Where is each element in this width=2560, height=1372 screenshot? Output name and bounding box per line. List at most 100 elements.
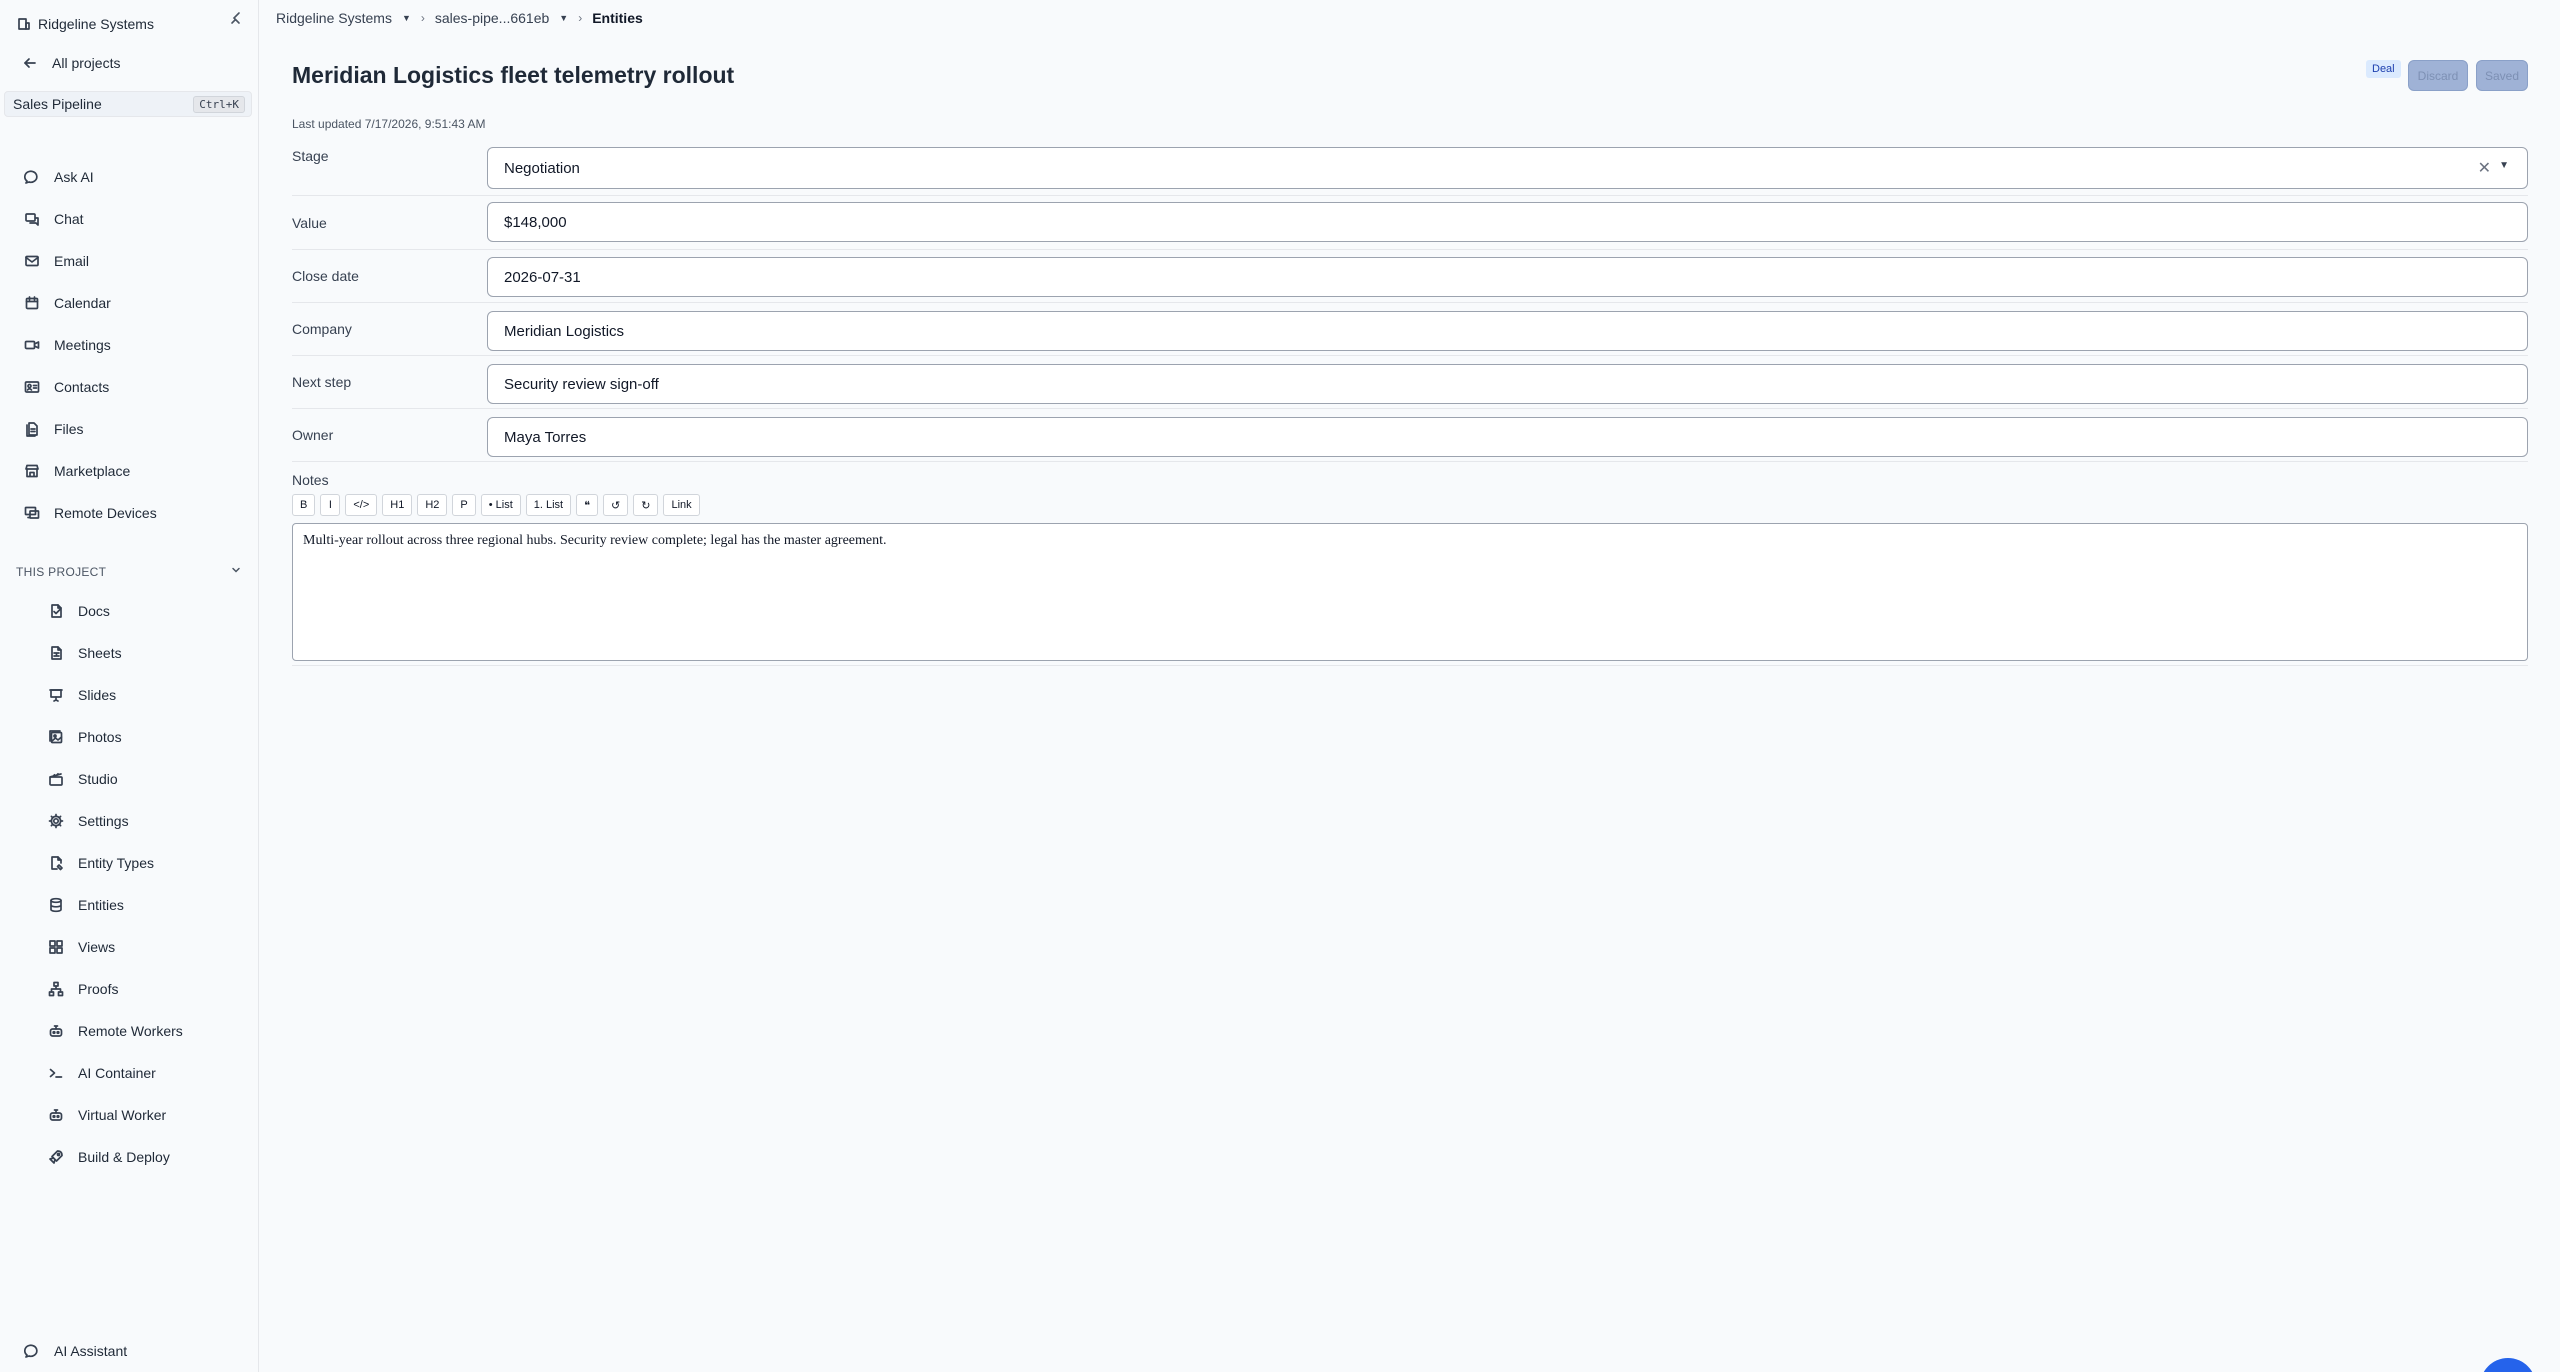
field-row-owner: Owner Maya Torres bbox=[292, 417, 2528, 462]
field-row-next-step: Next step Security review sign-off bbox=[292, 364, 2528, 409]
breadcrumb-project[interactable]: sales-pipe...661eb bbox=[435, 10, 549, 26]
clear-icon[interactable]: ✕ bbox=[2478, 158, 2491, 178]
field-label: Company bbox=[292, 321, 352, 337]
toolbar-paragraph-button[interactable]: P bbox=[452, 494, 476, 516]
sidebar-item-settings[interactable]: Settings bbox=[48, 811, 129, 831]
sidebar-item-chat[interactable]: Chat bbox=[24, 209, 84, 229]
sidebar-item-label: Chat bbox=[54, 211, 84, 227]
sidebar-item-docs[interactable]: Docs bbox=[48, 601, 110, 621]
toolbar-blockquote-button[interactable]: ❝ bbox=[576, 494, 599, 516]
field-label: Stage bbox=[292, 148, 329, 164]
toolbar-undo-button[interactable]: ↺ bbox=[603, 494, 629, 516]
sidebar-item-label: Proofs bbox=[78, 981, 119, 997]
caret-down-icon[interactable]: ▼ bbox=[559, 13, 568, 23]
sidebar-item-remote-devices[interactable]: Remote Devices bbox=[24, 503, 157, 523]
sidebar-item-proofs[interactable]: Proofs bbox=[48, 979, 118, 999]
all-projects-label: All projects bbox=[52, 55, 121, 71]
sidebar-item-label: Photos bbox=[78, 729, 122, 745]
sidebar-item-ai-container[interactable]: AI Container bbox=[48, 1063, 156, 1083]
field-row-value: Value $148,000 bbox=[292, 202, 2528, 250]
sidebar-item-marketplace[interactable]: Marketplace bbox=[24, 461, 130, 481]
sidebar-item-ask-ai[interactable]: Ask AI bbox=[24, 167, 94, 187]
sidebar-item-meetings[interactable]: Meetings bbox=[24, 335, 111, 355]
sidebar-item-label: Studio bbox=[78, 771, 118, 787]
toolbar-heading-2-button[interactable]: H2 bbox=[417, 494, 448, 516]
sidebar-item-slides[interactable]: Slides bbox=[48, 685, 116, 705]
sidebar-item-label: Remote Devices bbox=[54, 505, 157, 521]
close-date-input[interactable]: 2026-07-31 bbox=[487, 257, 2528, 297]
toolbar-code-button[interactable]: </> bbox=[345, 494, 378, 516]
caret-down-icon[interactable]: ▼ bbox=[2499, 160, 2509, 171]
video-icon bbox=[24, 337, 40, 353]
field-label: Close date bbox=[292, 268, 359, 284]
sidebar: Ridgeline Systems All projects Sales Pip… bbox=[0, 0, 259, 1372]
sidebar-item-label: Entities bbox=[78, 897, 124, 913]
collapse-sidebar-icon[interactable] bbox=[229, 10, 245, 31]
rocket-icon bbox=[48, 1149, 64, 1165]
toolbar-italic-button[interactable]: I bbox=[320, 494, 341, 516]
notes-label: Notes bbox=[292, 472, 329, 488]
caret-down-icon[interactable]: ▼ bbox=[402, 13, 411, 23]
photos-icon bbox=[48, 729, 64, 745]
toolbar-redo-button[interactable]: ↻ bbox=[633, 494, 659, 516]
field-row-company: Company Meridian Logistics bbox=[292, 311, 2528, 356]
ai-assistant-button[interactable]: AI Assistant bbox=[24, 1341, 127, 1361]
sidebar-item-label: Entity Types bbox=[78, 855, 155, 871]
sidebar-item-entity-types[interactable]: Entity Types bbox=[48, 853, 154, 873]
section-label: THIS PROJECT bbox=[16, 564, 107, 579]
sidebar-item-email[interactable]: Email bbox=[24, 251, 89, 271]
sidebar-item-build-and-deploy[interactable]: Build & Deploy bbox=[48, 1147, 170, 1167]
sidebar-item-label: Meetings bbox=[54, 337, 111, 353]
clapper-icon bbox=[48, 771, 64, 787]
sidebar-item-studio[interactable]: Studio bbox=[48, 769, 118, 789]
workspace-switcher[interactable]: Ridgeline Systems bbox=[16, 16, 154, 32]
notes-text: Multi-year rollout across three regional… bbox=[303, 533, 887, 548]
toolbar-bold-button[interactable]: B bbox=[292, 494, 316, 516]
toolbar-bullet-list-button[interactable]: • List bbox=[480, 494, 521, 516]
discard-button[interactable]: Discard bbox=[2408, 60, 2468, 91]
chat-bubble-icon bbox=[24, 1343, 40, 1359]
sidebar-item-label: Calendar bbox=[54, 295, 111, 311]
sidebar-item-label: Virtual Worker bbox=[78, 1107, 167, 1123]
toolbar-heading-1-button[interactable]: H1 bbox=[382, 494, 413, 516]
sidebar-item-remote-workers[interactable]: Remote Workers bbox=[48, 1021, 183, 1041]
sidebar-item-virtual-worker[interactable]: Virtual Worker bbox=[48, 1105, 166, 1125]
field-label: Owner bbox=[292, 427, 334, 443]
sidebar-item-label: Email bbox=[54, 253, 90, 269]
breadcrumb-workspace[interactable]: Ridgeline Systems bbox=[276, 10, 392, 26]
arrow-left-icon bbox=[22, 55, 38, 71]
sidebar-item-calendar[interactable]: Calendar bbox=[24, 293, 111, 313]
sidebar-item-views[interactable]: Views bbox=[48, 937, 115, 957]
assistant-fab-button[interactable] bbox=[2480, 1358, 2536, 1372]
sheet-icon bbox=[48, 645, 64, 661]
page-title: Meridian Logistics fleet telemetry rollo… bbox=[292, 62, 735, 88]
saved-button[interactable]: Saved bbox=[2476, 60, 2528, 91]
building-icon bbox=[16, 16, 32, 32]
sidebar-item-sheets[interactable]: Sheets bbox=[48, 643, 122, 663]
sidebar-item-label: Views bbox=[78, 939, 116, 955]
sidebar-item-label: Files bbox=[54, 421, 84, 437]
all-projects-link[interactable]: All projects bbox=[22, 55, 120, 71]
gear-icon bbox=[48, 813, 64, 829]
notes-editor[interactable]: Multi-year rollout across three regional… bbox=[292, 523, 2528, 661]
sidebar-item-label: Marketplace bbox=[54, 463, 131, 479]
sidebar-item-files[interactable]: Files bbox=[24, 419, 84, 439]
sidebar-item-label: AI Container bbox=[78, 1065, 156, 1081]
last-updated: Last updated 7/17/2026, 9:51:43 AM bbox=[292, 117, 486, 131]
sidebar-item-label: Contacts bbox=[54, 379, 110, 395]
sidebar-item-entities[interactable]: Entities bbox=[48, 895, 124, 915]
toolbar-link-button[interactable]: Link bbox=[663, 494, 700, 516]
sidebar-item-photos[interactable]: Photos bbox=[48, 727, 122, 747]
field-row-stage: Stage Negotiation ✕ ▼ bbox=[292, 147, 2528, 196]
this-project-section-header[interactable]: THIS PROJECT bbox=[16, 564, 242, 579]
breadcrumb: Ridgeline Systems ▼ › sales-pipe...661eb… bbox=[276, 10, 643, 26]
mail-icon bbox=[24, 253, 40, 269]
sidebar-item-contacts[interactable]: Contacts bbox=[24, 377, 109, 397]
toolbar-numbered-list-button[interactable]: 1. List bbox=[525, 494, 572, 516]
stage-select[interactable]: Negotiation ✕ ▼ bbox=[487, 147, 2528, 189]
next-step-input[interactable]: Security review sign-off bbox=[487, 364, 2528, 404]
value-input[interactable]: $148,000 bbox=[487, 202, 2528, 242]
owner-input[interactable]: Maya Torres bbox=[487, 417, 2528, 457]
project-switcher[interactable]: Sales Pipeline Ctrl+K bbox=[4, 91, 252, 117]
company-input[interactable]: Meridian Logistics bbox=[487, 311, 2528, 351]
